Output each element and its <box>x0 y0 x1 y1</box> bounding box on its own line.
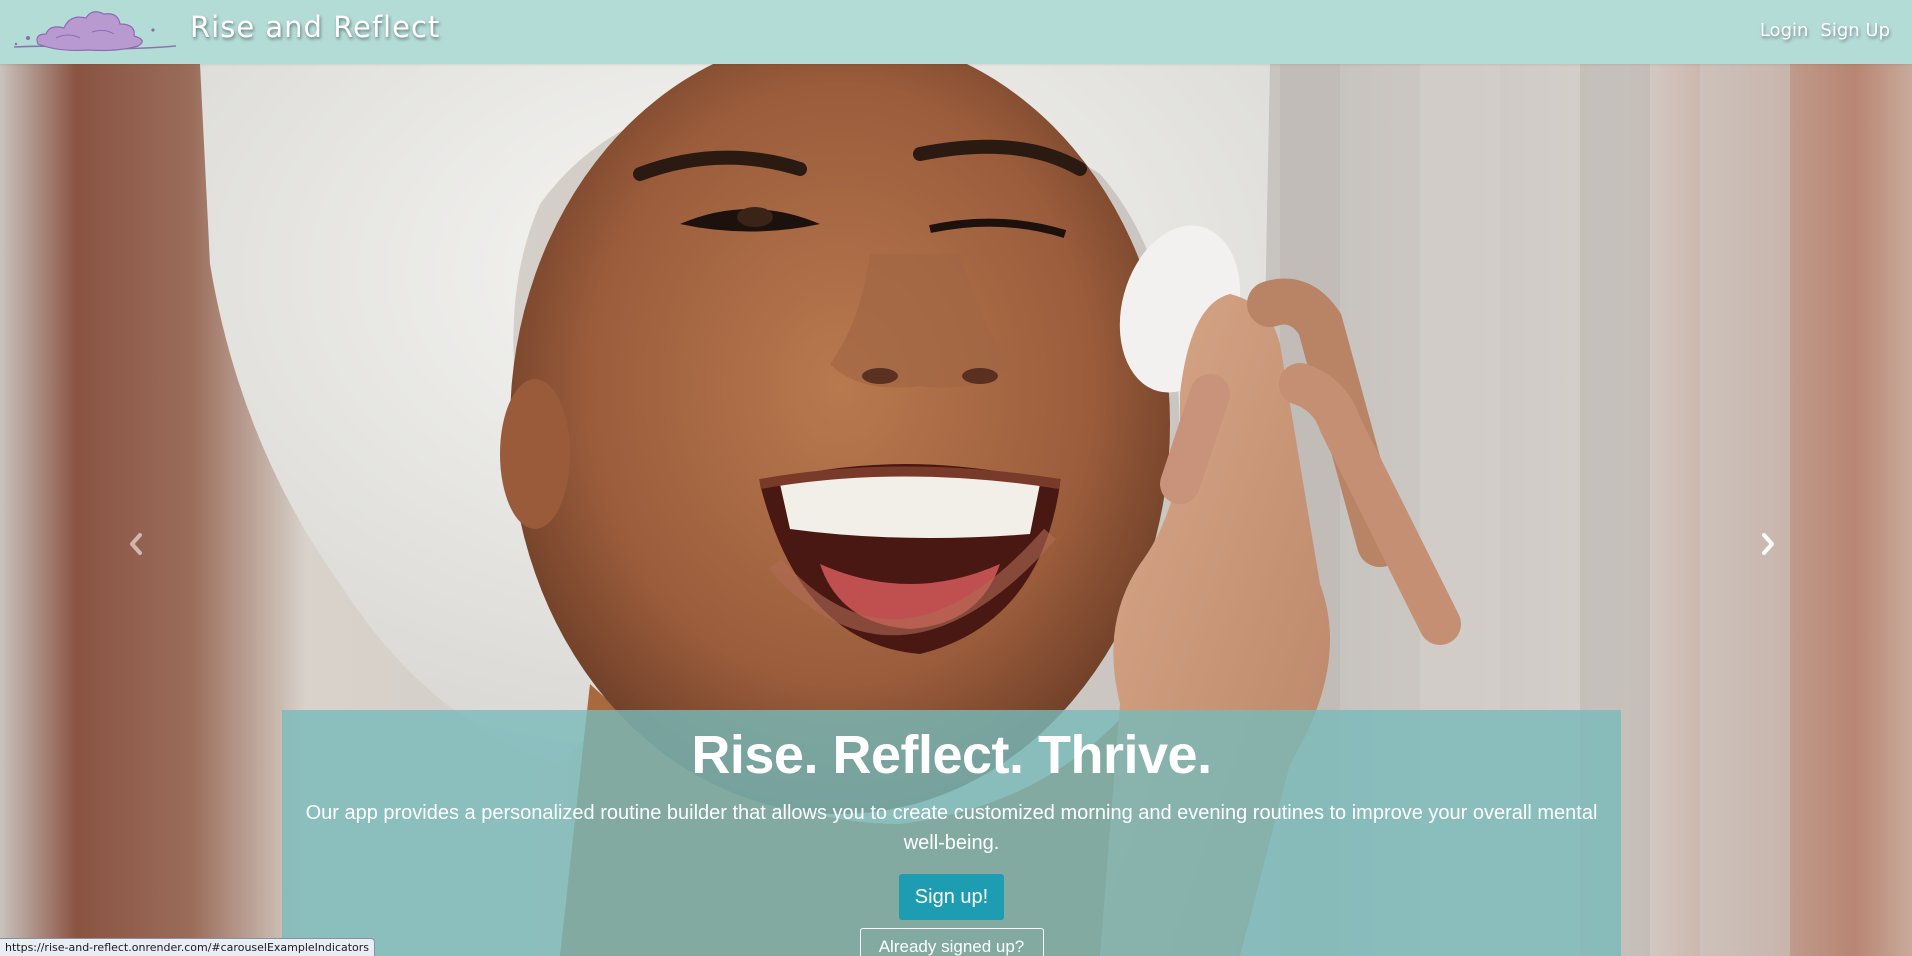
cloud-logo-icon[interactable] <box>8 4 180 56</box>
chevron-left-icon <box>130 533 142 555</box>
hero-description: Our app provides a personalized routine … <box>305 802 1598 854</box>
hero-title: Rise. Reflect. Thrive. <box>691 725 1212 785</box>
already-signed-up-button[interactable]: Already signed up? <box>859 928 1044 956</box>
carousel-prev-button[interactable] <box>117 524 157 564</box>
hero-carousel: Rise. Reflect. Thrive. Our app provides … <box>0 64 1912 956</box>
nav-links: Login Sign Up <box>1760 20 1890 41</box>
signup-button[interactable]: Sign up! <box>898 874 1005 920</box>
login-link[interactable]: Login <box>1760 20 1809 41</box>
signup-link[interactable]: Sign Up <box>1820 20 1890 41</box>
hero-caption: Rise. Reflect. Thrive. Our app provides … <box>282 710 1621 956</box>
carousel-next-button[interactable] <box>1747 524 1787 564</box>
status-bar-url: https://rise-and-reflect.onrender.com/#c… <box>0 938 376 956</box>
brand-name[interactable]: Rise and Reflect <box>190 10 440 44</box>
navbar: Rise and Reflect Login Sign Up <box>0 0 1912 64</box>
chevron-right-icon <box>1762 533 1774 555</box>
